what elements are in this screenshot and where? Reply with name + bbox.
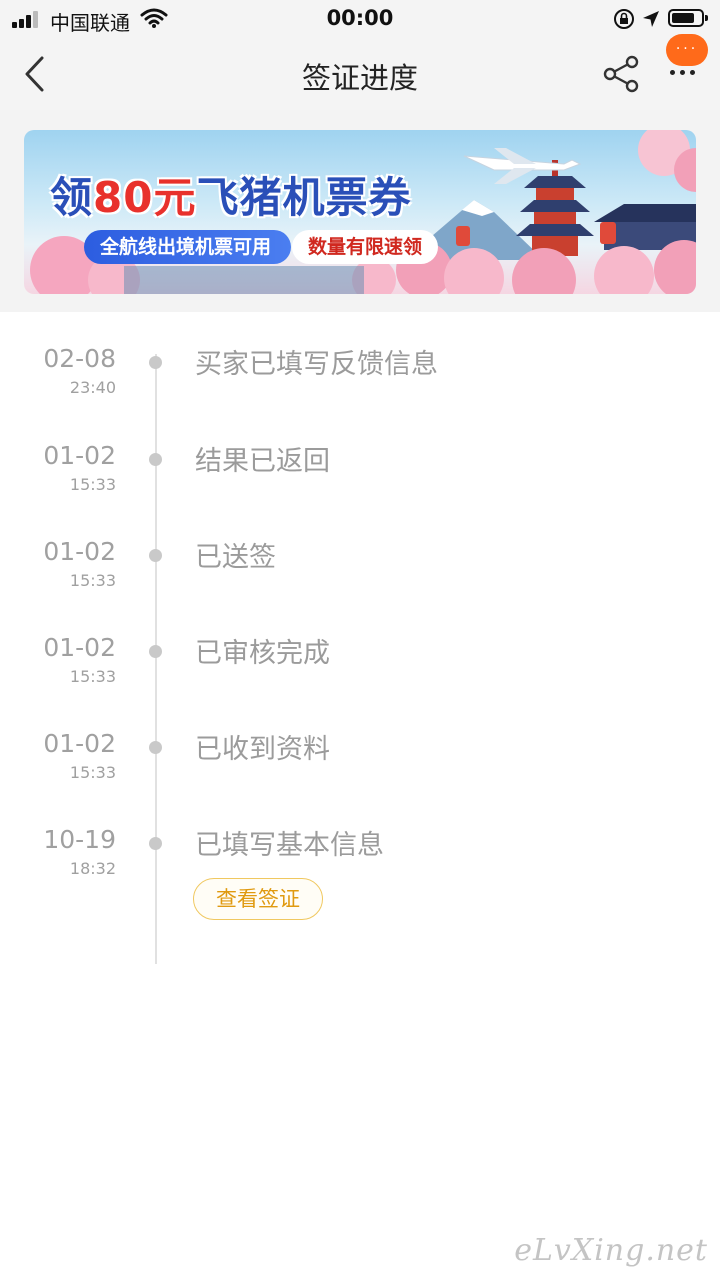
timeline-dot: [149, 837, 162, 850]
banner-headline-amount: 80元: [93, 173, 197, 222]
timeline-date: 01-02: [43, 537, 116, 566]
timeline-item: 01-02 15:33 已收到资料: [0, 697, 720, 793]
timeline-status: 买家已填写反馈信息: [195, 349, 438, 380]
timeline-dot: [149, 453, 162, 466]
more-options-icon[interactable]: [662, 64, 702, 78]
timeline-item: 10-19 18:32 已填写基本信息: [0, 793, 720, 889]
timeline-date: 01-02: [43, 441, 116, 470]
watermark: eLvXing.net: [514, 1233, 708, 1268]
banner-pill-limited: 数量有限速领: [292, 230, 439, 264]
timeline-status: 已送签: [195, 542, 276, 573]
rotation-lock-icon: [614, 9, 634, 29]
share-icon[interactable]: [602, 54, 642, 94]
timeline-status: 已审核完成: [195, 638, 330, 669]
timeline-time: 15:33: [69, 571, 116, 590]
timeline-time: 15:33: [69, 475, 116, 494]
view-visa-button[interactable]: 查看签证: [193, 878, 323, 920]
timeline-item: 01-02 15:33 已送签: [0, 505, 720, 601]
banner-pill-all-routes: 全航线出境机票可用: [84, 230, 292, 264]
timeline-time: 18:32: [69, 859, 116, 878]
timeline-dot: [149, 645, 162, 658]
timeline-date: 10-19: [43, 825, 116, 854]
banner-headline-prefix: 领: [50, 173, 94, 222]
timeline-dot: [149, 549, 162, 562]
timeline-status: 已收到资料: [195, 734, 330, 765]
timeline-status: 已填写基本信息: [195, 830, 384, 861]
timeline-item: 01-02 15:33 结果已返回: [0, 409, 720, 505]
timeline-status: 结果已返回: [195, 446, 330, 477]
timeline-dot: [149, 741, 162, 754]
notification-badge[interactable]: ···: [666, 34, 708, 66]
timeline-date: 01-02: [43, 729, 116, 758]
location-arrow-icon: [643, 11, 659, 27]
navigation-bar: 签证进度 ···: [0, 34, 720, 110]
timeline-time: 23:40: [69, 378, 116, 397]
banner-headline: 领80元飞猪机票券: [50, 164, 411, 225]
banner-section: 领80元飞猪机票券 全航线出境机票可用 数量有限速领: [0, 110, 720, 312]
timeline-time: 15:33: [69, 763, 116, 782]
timeline-date: 02-08: [43, 344, 116, 373]
status-bar: 中国联通 00:00: [0, 0, 720, 40]
timeline-time: 15:33: [69, 667, 116, 686]
promo-banner[interactable]: 领80元飞猪机票券 全航线出境机票可用 数量有限速领: [24, 130, 696, 294]
banner-headline-suffix: 飞猪机票券: [196, 173, 412, 222]
timeline-item: 02-08 23:40 买家已填写反馈信息: [0, 312, 720, 408]
timeline-dot: [149, 356, 162, 369]
timeline-item: 01-02 15:33 已审核完成: [0, 601, 720, 697]
timeline-date: 01-02: [43, 633, 116, 662]
battery-icon: [668, 9, 708, 27]
